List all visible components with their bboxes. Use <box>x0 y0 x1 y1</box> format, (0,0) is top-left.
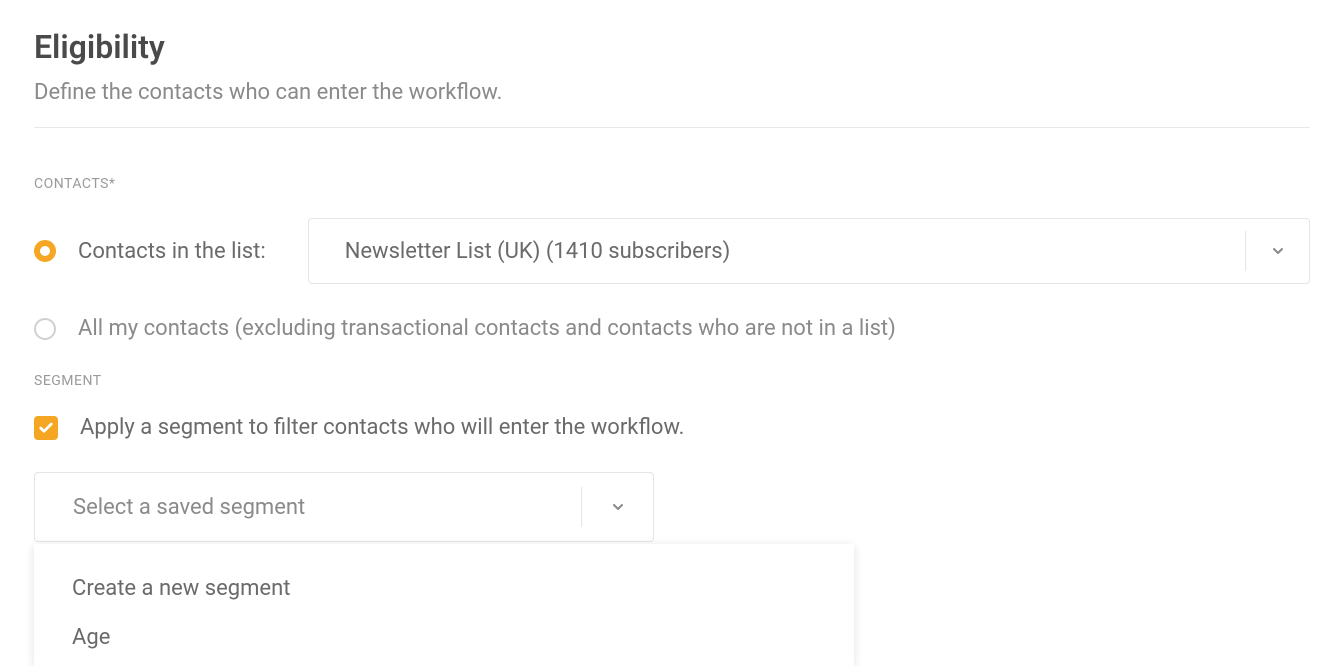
apply-segment-checkbox[interactable] <box>34 416 58 440</box>
list-dropdown-arrow[interactable] <box>1245 231 1309 271</box>
segment-dropdown[interactable]: Select a saved segment <box>34 472 654 542</box>
segment-dropdown-placeholder: Select a saved segment <box>35 495 581 520</box>
list-dropdown[interactable]: Newsletter List (UK) (1410 subscribers) <box>308 218 1310 284</box>
segment-section-label: SEGMENT <box>34 373 1310 389</box>
page-title: Eligibility <box>34 28 1310 66</box>
contacts-in-list-row: Contacts in the list: Newsletter List (U… <box>34 218 1310 284</box>
segment-checkbox-row: Apply a segment to filter contacts who w… <box>34 415 1310 440</box>
segment-dropdown-menu: Create a new segment Age <box>34 544 854 666</box>
checkmark-icon <box>38 420 54 436</box>
radio-all-contacts[interactable] <box>34 318 56 340</box>
chevron-down-icon <box>610 499 626 515</box>
segment-option-age[interactable]: Age <box>34 613 854 662</box>
chevron-down-icon <box>1270 243 1286 259</box>
contacts-section-label: CONTACTS* <box>34 176 1310 192</box>
page-subtitle: Define the contacts who can enter the wo… <box>34 80 1310 128</box>
radio-all-contacts-label: All my contacts (excluding transactional… <box>78 316 896 341</box>
list-dropdown-value: Newsletter List (UK) (1410 subscribers) <box>309 239 1245 264</box>
radio-contacts-in-list[interactable] <box>34 240 56 262</box>
segment-dropdown-arrow[interactable] <box>581 487 653 527</box>
all-contacts-row: All my contacts (excluding transactional… <box>34 316 1310 341</box>
segment-option-create[interactable]: Create a new segment <box>34 564 854 613</box>
apply-segment-label: Apply a segment to filter contacts who w… <box>80 415 684 440</box>
radio-contacts-in-list-label: Contacts in the list: <box>78 239 266 264</box>
